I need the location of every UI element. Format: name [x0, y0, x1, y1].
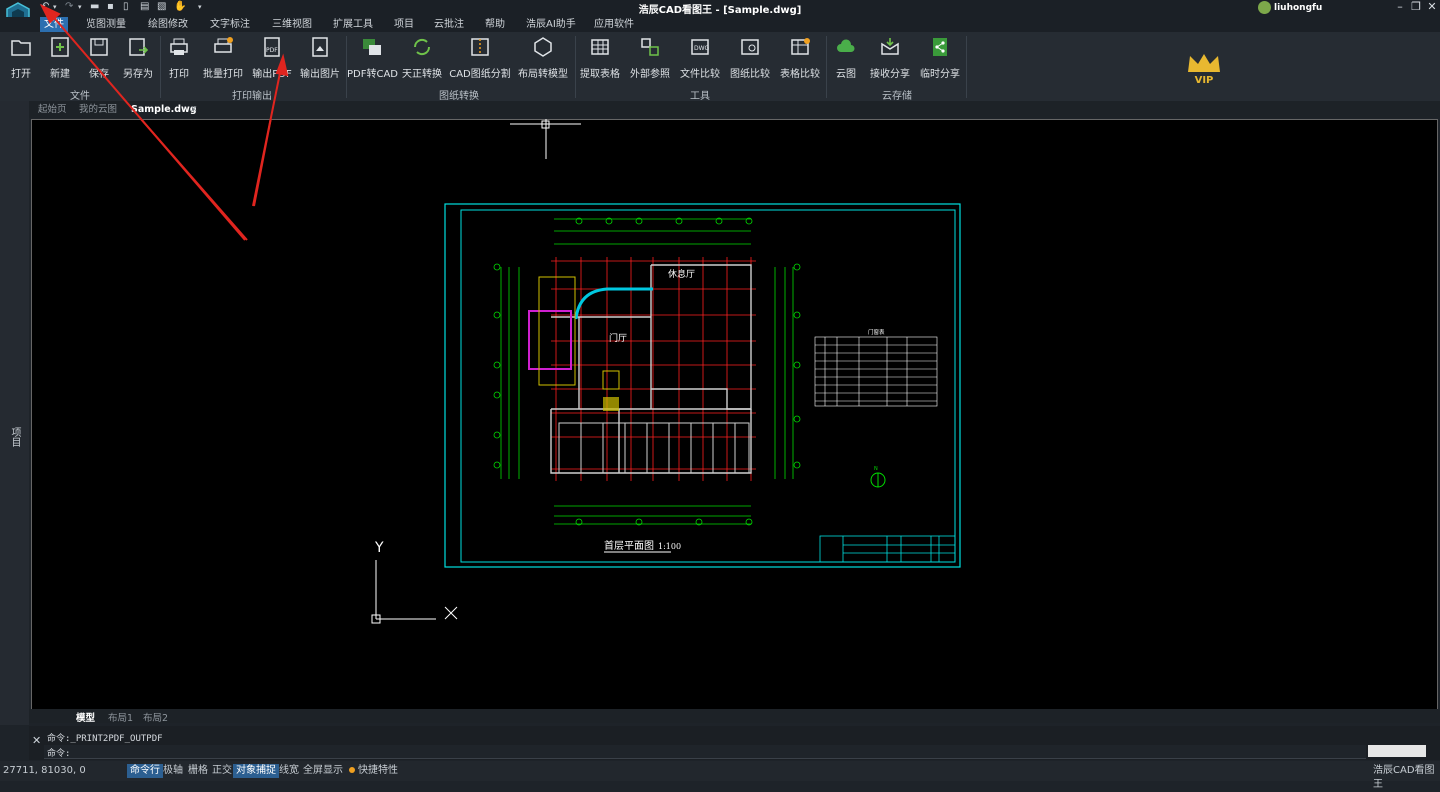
user-name: liuhongfu — [1274, 2, 1323, 13]
room-rows — [558, 422, 750, 474]
toggle-command-line[interactable]: 命令行 — [127, 764, 163, 778]
cloud-drawing-label: 云图 — [836, 69, 856, 80]
vip-badge[interactable]: VIP — [1186, 52, 1222, 86]
cad-split-label: CAD图纸分割 — [449, 69, 511, 80]
inbox-icon — [881, 38, 899, 55]
cloud-icon — [837, 39, 855, 52]
menu-project[interactable]: 项目 — [390, 17, 418, 32]
stair — [602, 370, 620, 390]
split-icon — [471, 38, 489, 56]
layout-tab-model[interactable]: 模型 — [76, 710, 95, 724]
menu-ai-assistant[interactable]: 浩辰AI助手 — [522, 17, 580, 32]
layout-tab-1[interactable]: 布局1 — [108, 710, 133, 724]
xref-icon — [641, 38, 659, 56]
table-compare-label: 表格比较 — [780, 69, 820, 80]
pdf-to-cad-icon — [363, 39, 381, 55]
room-label-lounge: 休息厅 — [668, 268, 695, 280]
export-image-label: 输出图片 — [300, 69, 340, 80]
external-ref-button[interactable]: 外部参照 — [625, 36, 675, 80]
toggle-object-snap[interactable]: 对象捕捉 — [233, 764, 279, 778]
axis-grid — [551, 257, 756, 481]
sheet-inner-frame — [460, 209, 956, 563]
pdf-to-cad-label: PDF转CAD — [347, 69, 399, 80]
status-app-name: 浩辰CAD看图王 — [1373, 765, 1435, 790]
project-panel-tab[interactable]: 项目 — [8, 427, 20, 447]
ucs-icon — [371, 560, 458, 624]
receive-share-button[interactable]: 接收分享 — [865, 36, 915, 80]
group-label-cloud-storage: 云存储 — [882, 91, 912, 102]
external-ref-label: 外部参照 — [630, 69, 670, 80]
layout-to-model-button[interactable]: 布局转模型 — [516, 36, 570, 80]
toggle-quick-properties[interactable]: 快捷特性 — [355, 764, 401, 778]
schedule-title: 门窗表 — [868, 328, 885, 336]
vip-label: VIP — [1194, 75, 1214, 86]
user-account[interactable]: liuhongfu — [1258, 1, 1322, 14]
layout-to-model-label: 布局转模型 — [518, 69, 568, 80]
north-arrow-icon — [870, 472, 886, 488]
drawing-compare-icon — [741, 39, 759, 55]
file-compare-label: 文件比较 — [680, 69, 720, 80]
export-image-button[interactable]: 输出图片 — [295, 36, 345, 80]
command-close-icon[interactable]: ✕ — [32, 734, 41, 747]
table-compare-icon — [791, 38, 810, 55]
convert-arrows-icon — [413, 38, 431, 56]
drawing-compare-label: 图纸比较 — [730, 69, 770, 80]
toggle-fullscreen[interactable]: 全屏显示 — [300, 764, 346, 778]
lift — [603, 397, 619, 411]
entrance-canopy — [528, 310, 572, 370]
menu-extensions[interactable]: 扩展工具 — [329, 17, 377, 32]
close-icon[interactable]: ✕ — [1423, 0, 1440, 13]
share-icon — [933, 38, 947, 56]
temp-share-label: 临时分享 — [920, 69, 960, 80]
receive-share-label: 接收分享 — [870, 69, 910, 80]
toggle-polar[interactable]: 极轴 — [160, 764, 186, 778]
tangent-convert-button[interactable]: 天正转换 — [397, 36, 447, 80]
coordinates-readout: 27711, 81030, 0 — [3, 765, 86, 776]
curved-facade-wall — [574, 287, 653, 320]
menu-help[interactable]: 帮助 — [481, 17, 509, 32]
table-compare-button[interactable]: 表格比较 — [775, 36, 825, 80]
toggle-ortho[interactable]: 正交 — [209, 764, 235, 778]
cad-split-button[interactable]: CAD图纸分割 — [448, 36, 512, 80]
cloud-drawing-button[interactable]: 云图 — [821, 36, 871, 80]
command-history: 命令:_PRINT2PDF_OUTPDF — [47, 734, 163, 744]
plan-title: 首层平面图 — [604, 539, 654, 552]
command-scrollbar[interactable] — [1368, 745, 1426, 757]
pdf-to-cad-button[interactable]: PDF转CAD — [347, 36, 399, 80]
annotation-arrows-overlay — [39, 3, 289, 241]
file-compare-icon: DWG — [691, 39, 710, 55]
group-label-tools: 工具 — [690, 91, 710, 102]
ribbon-divider — [966, 36, 967, 98]
room-label-lobby: 门厅 — [609, 332, 627, 344]
crosshair-cursor — [510, 119, 581, 159]
toggle-line-width[interactable]: 线宽 — [276, 764, 302, 778]
drawing-compare-button[interactable]: 图纸比较 — [725, 36, 775, 80]
title-block — [819, 535, 956, 563]
file-compare-button[interactable]: DWG 文件比较 — [675, 36, 725, 80]
group-label-drawing-convert: 图纸转换 — [439, 91, 479, 102]
crown-icon — [1188, 54, 1220, 72]
menu-cloud-markup[interactable]: 云批注 — [430, 17, 468, 32]
axis-bubbles — [493, 217, 801, 526]
menu-apps[interactable]: 应用软件 — [590, 17, 638, 32]
extract-table-button[interactable]: 提取表格 — [575, 36, 625, 80]
plan-scale: 1:100 — [658, 542, 681, 551]
layout-tab-2[interactable]: 布局2 — [143, 710, 168, 724]
sheet-outer-frame — [444, 203, 961, 568]
command-input[interactable] — [44, 745, 1366, 759]
svg-text:DWG: DWG — [694, 45, 710, 52]
command-prompt: 命令: — [47, 749, 71, 759]
north-label: N — [874, 466, 878, 472]
layout-model-icon — [534, 37, 552, 57]
ucs-y-label: Y — [374, 540, 384, 556]
image-export-icon — [312, 37, 328, 57]
table-icon — [591, 39, 609, 55]
layout-tab-bar — [29, 709, 1440, 723]
tangent-convert-label: 天正转换 — [402, 69, 442, 80]
avatar — [1258, 1, 1271, 14]
extract-table-label: 提取表格 — [580, 69, 620, 80]
toggle-grid[interactable]: 栅格 — [185, 764, 211, 778]
temp-share-button[interactable]: 临时分享 — [915, 36, 965, 80]
door-window-schedule — [814, 336, 938, 407]
